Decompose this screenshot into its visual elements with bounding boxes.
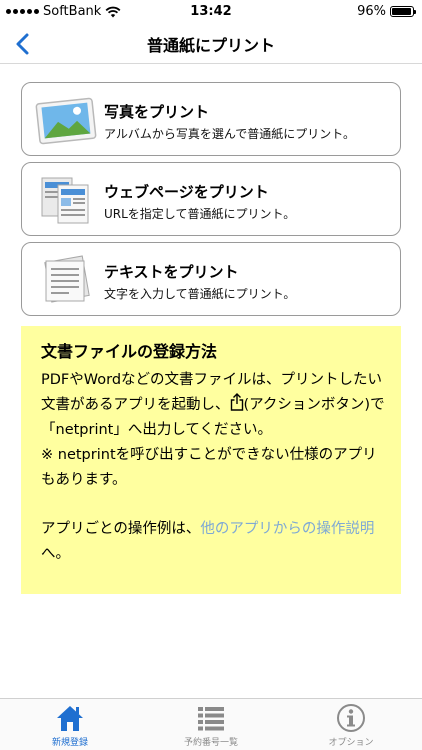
navigation-bar: 普通紙にプリント — [0, 24, 422, 64]
tab-reservation-list[interactable]: 予約番号一覧 — [151, 703, 271, 750]
info-body: PDFやWordなどの文書ファイルは、プリントしたい文書があるアプリを起動し、(… — [41, 368, 387, 567]
tab-label: 予約番号一覧 — [183, 738, 238, 748]
menu-title: テキストをプリント — [104, 263, 239, 281]
tab-options[interactable]: オプション — [291, 703, 411, 750]
tab-bar: 新規登録 予約番号一覧 オプション — [0, 698, 422, 750]
info-footer-prefix: アプリごとの操作例は、 — [41, 521, 201, 537]
menu-description: 文字を入力して普通紙にプリント。 — [104, 287, 296, 301]
info-footer-suffix: へ。 — [41, 546, 70, 562]
document-registration-info: 文書ファイルの登録方法 PDFやWordなどの文書ファイルは、プリントしたい文書… — [21, 326, 401, 594]
battery-fill — [392, 8, 412, 15]
tab-label: 新規登録 — [51, 738, 88, 748]
print-text-button[interactable]: テキストをプリント 文字を入力して普通紙にプリント。 — [21, 242, 401, 316]
battery-percent: 96% — [357, 4, 386, 19]
page-title: 普通紙にプリント — [146, 35, 275, 55]
info-icon — [337, 704, 365, 732]
menu-description: URLを指定して普通紙にプリント。 — [104, 207, 296, 221]
print-webpage-button[interactable]: ウェブページをプリント URLを指定して普通紙にプリント。 — [21, 162, 401, 236]
info-footer: アプリごとの操作例は、他のアプリからの操作説明へ。 — [41, 517, 387, 567]
menu-title: 写真をプリント — [104, 103, 210, 121]
battery-icon — [390, 6, 416, 17]
share-icon — [230, 393, 243, 411]
text-document-icon — [44, 255, 90, 303]
menu-title: ウェブページをプリント — [104, 183, 269, 201]
print-photo-button[interactable]: 写真をプリント アルバムから写真を選んで普通紙にプリント。 — [21, 82, 401, 156]
tab-label: オプション — [328, 738, 374, 748]
info-note: ※ netprintを呼び出すことができない仕様のアプリもあります。 — [41, 447, 377, 488]
photo-icon — [35, 97, 97, 145]
status-bar: SoftBank 13:42 96% — [0, 0, 422, 24]
tab-new-registration[interactable]: 新規登録 — [10, 703, 130, 750]
webpage-icon — [41, 177, 89, 224]
chevron-left-icon[interactable] — [10, 30, 38, 58]
menu-description: アルバムから写真を選んで普通紙にプリント。 — [104, 127, 356, 141]
status-right: 96% — [357, 4, 416, 19]
other-apps-instructions-link[interactable]: 他のアプリからの操作説明 — [200, 521, 374, 537]
info-heading: 文書ファイルの登録方法 — [41, 342, 218, 361]
list-icon — [198, 707, 224, 731]
home-icon — [57, 706, 83, 731]
